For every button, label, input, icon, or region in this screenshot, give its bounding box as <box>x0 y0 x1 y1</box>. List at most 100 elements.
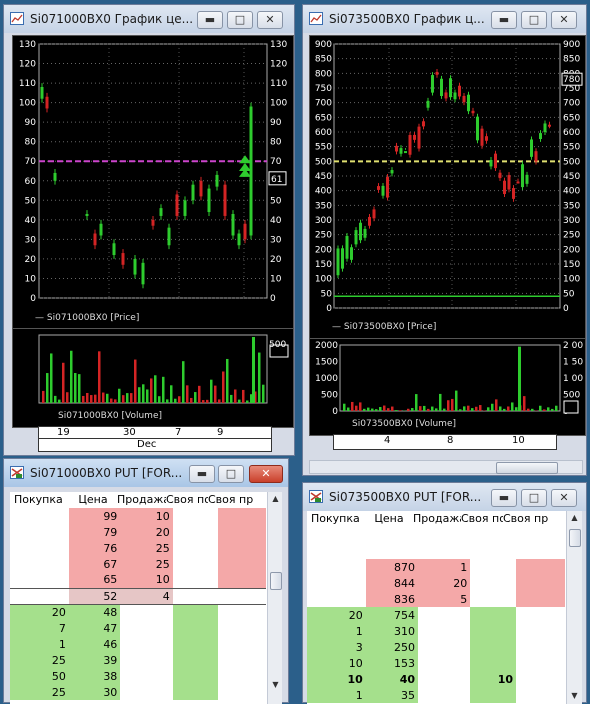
title-bar[interactable]: Si073500BX0 PUT [FOR... ▬ □ ✕ <box>303 483 586 511</box>
buy-volume-cell[interactable]: 7 <box>10 620 69 636</box>
price-cell[interactable]: 35 <box>366 687 418 703</box>
orderbook-row[interactable]: 524 <box>10 588 266 604</box>
own-sell-cell[interactable] <box>218 524 266 540</box>
orderbook-row[interactable]: 1310 <box>307 623 565 639</box>
own-sell-cell[interactable] <box>516 527 565 543</box>
sell-volume-cell[interactable] <box>418 687 470 703</box>
own-buy-cell[interactable] <box>470 543 516 559</box>
header-buy[interactable]: Покупка <box>10 492 69 508</box>
scroll-up-arrow[interactable]: ▲ <box>567 511 582 525</box>
orderbook-row[interactable]: 7920 <box>10 524 266 540</box>
orderbook-row[interactable]: 7625 <box>10 540 266 556</box>
header-price[interactable]: Цена <box>365 511 413 527</box>
header-price[interactable]: Цена <box>69 492 117 508</box>
buy-volume-cell[interactable] <box>10 524 69 540</box>
own-sell-cell[interactable] <box>516 639 565 655</box>
orderbook-row[interactable]: 8701 <box>307 559 565 575</box>
own-buy-cell[interactable] <box>173 508 218 524</box>
scroll-thumb[interactable] <box>270 572 282 590</box>
own-sell-cell[interactable] <box>218 652 266 668</box>
buy-volume-cell[interactable] <box>307 591 366 607</box>
own-sell-cell[interactable] <box>218 508 266 524</box>
buy-volume-cell[interactable]: 20 <box>307 607 366 623</box>
orderbook-row[interactable]: 104010 <box>307 671 565 687</box>
sell-volume-cell[interactable] <box>418 527 470 543</box>
own-buy-cell[interactable] <box>470 527 516 543</box>
buy-volume-cell[interactable] <box>10 588 69 604</box>
header-own-buy[interactable]: Своя по <box>461 511 503 527</box>
price-cell[interactable]: 40 <box>366 671 418 687</box>
minimize-button[interactable]: ▬ <box>189 465 215 483</box>
own-buy-cell[interactable] <box>470 687 516 703</box>
sell-volume-cell[interactable]: 4 <box>120 588 172 604</box>
own-sell-cell[interactable] <box>218 604 266 620</box>
own-sell-cell[interactable] <box>516 607 565 623</box>
orderbook-row[interactable]: 20754 <box>307 607 565 623</box>
price-cell[interactable]: 250 <box>366 639 418 655</box>
own-buy-cell[interactable] <box>173 668 218 684</box>
price-cell[interactable]: 47 <box>69 620 120 636</box>
scroll-up-arrow[interactable]: ▲ <box>268 492 282 506</box>
price-cell[interactable]: 99 <box>69 508 120 524</box>
own-sell-cell[interactable] <box>516 687 565 703</box>
header-own-buy[interactable]: Своя по <box>166 492 208 508</box>
sell-volume-cell[interactable] <box>418 607 470 623</box>
own-sell-cell[interactable] <box>218 588 266 604</box>
buy-volume-cell[interactable] <box>307 527 366 543</box>
price-cell[interactable]: 836 <box>366 591 418 607</box>
price-cell[interactable]: 844 <box>366 575 418 591</box>
sell-volume-cell[interactable]: 10 <box>120 508 172 524</box>
price-cell[interactable]: 67 <box>69 556 120 572</box>
price-cell[interactable]: 79 <box>69 524 120 540</box>
price-chart-panel[interactable]: 1301301201201101101001009090808070706060… <box>12 35 294 329</box>
orderbook-row[interactable] <box>307 543 565 559</box>
orderbook-row[interactable]: 747 <box>10 620 266 636</box>
own-buy-cell[interactable] <box>470 655 516 671</box>
close-button[interactable]: ✕ <box>249 465 283 483</box>
orderbook-row[interactable]: 84420 <box>307 575 565 591</box>
close-button[interactable]: ✕ <box>551 489 577 507</box>
own-buy-cell[interactable] <box>470 607 516 623</box>
minimize-button[interactable]: ▬ <box>491 11 517 29</box>
close-button[interactable]: ✕ <box>551 11 577 29</box>
volume-chart-panel[interactable]: 20002 0015001 5010001 0050050000 Si07350… <box>309 338 586 436</box>
maximize-button[interactable]: □ <box>521 11 547 29</box>
buy-volume-cell[interactable]: 10 <box>307 655 366 671</box>
price-cell[interactable]: 76 <box>69 540 120 556</box>
sell-volume-cell[interactable]: 20 <box>418 575 470 591</box>
sell-volume-cell[interactable] <box>418 639 470 655</box>
sell-volume-cell[interactable] <box>418 671 470 687</box>
price-cell[interactable]: 48 <box>69 604 120 620</box>
maximize-button[interactable]: □ <box>227 11 253 29</box>
volume-chart-panel[interactable]: 500 Si071000BX0 [Volume] <box>12 328 294 428</box>
own-buy-cell[interactable] <box>173 524 218 540</box>
header-sell[interactable]: Продажа <box>117 492 166 508</box>
maximize-button[interactable]: □ <box>218 465 244 483</box>
sell-volume-cell[interactable] <box>120 604 172 620</box>
buy-volume-cell[interactable] <box>307 543 366 559</box>
own-sell-cell[interactable] <box>516 655 565 671</box>
own-sell-cell[interactable] <box>218 572 266 588</box>
price-cell[interactable]: 39 <box>69 652 120 668</box>
horizontal-scrollbar[interactable] <box>309 460 583 474</box>
own-sell-cell[interactable] <box>218 620 266 636</box>
own-buy-cell[interactable] <box>173 684 218 700</box>
own-sell-cell[interactable] <box>516 559 565 575</box>
buy-volume-cell[interactable]: 25 <box>10 652 69 668</box>
buy-volume-cell[interactable]: 1 <box>307 623 366 639</box>
orderbook-row[interactable]: 2539 <box>10 652 266 668</box>
header-sell[interactable]: Продажа <box>413 511 461 527</box>
orderbook-row[interactable]: 3250 <box>307 639 565 655</box>
price-cell[interactable]: 870 <box>366 559 418 575</box>
vertical-scrollbar[interactable]: ▲ ▼ <box>267 492 282 704</box>
own-buy-cell[interactable] <box>470 575 516 591</box>
own-sell-cell[interactable] <box>218 540 266 556</box>
buy-volume-cell[interactable]: 10 <box>307 671 366 687</box>
sell-volume-cell[interactable]: 1 <box>418 559 470 575</box>
buy-volume-cell[interactable] <box>10 540 69 556</box>
own-buy-cell[interactable] <box>470 639 516 655</box>
buy-volume-cell[interactable] <box>10 572 69 588</box>
price-cell[interactable]: 153 <box>366 655 418 671</box>
header-buy[interactable]: Покупка <box>307 511 365 527</box>
own-sell-cell[interactable] <box>516 623 565 639</box>
